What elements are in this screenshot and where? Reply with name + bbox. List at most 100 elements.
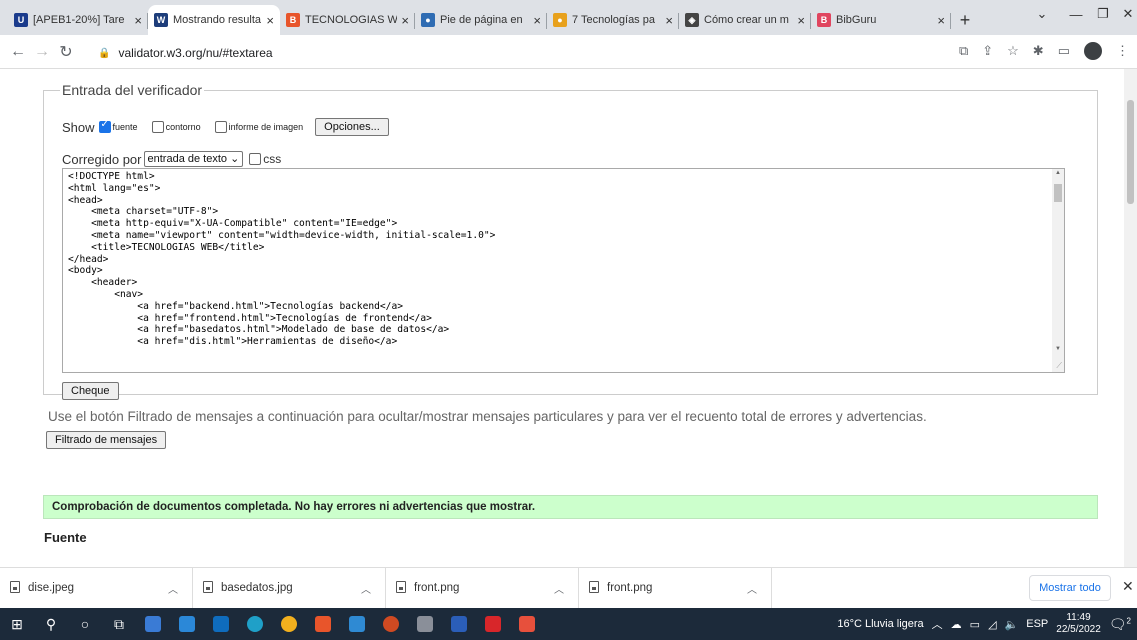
language-indicator[interactable]: ESP	[1026, 618, 1048, 630]
chevron-up-icon[interactable]: ︿	[168, 581, 178, 596]
browser-tab[interactable]: U [APEB1-20%] Tare ×	[8, 5, 148, 35]
weather-widget[interactable]: 16°C Lluvia ligera	[837, 618, 923, 630]
edge-icon[interactable]	[238, 608, 272, 640]
powerpoint-icon[interactable]	[374, 608, 408, 640]
tab-separator	[950, 13, 951, 29]
tab-favicon-icon: B	[817, 13, 831, 27]
message-filter-button[interactable]: Filtrado de mensajes	[46, 431, 167, 449]
checked-by-label: Corregido por	[62, 151, 142, 167]
notifications-icon[interactable]: 🗨2	[1109, 616, 1131, 633]
chevron-up-icon[interactable]: ︿	[361, 581, 371, 596]
textarea-scroll-thumb[interactable]	[1054, 184, 1062, 202]
browser-tab[interactable]: ◈ Cómo crear un m ×	[679, 5, 811, 35]
system-tray: 16°C Lluvia ligera ︿ ☁ ▭ ◿ 🔈 ESP 11:49 2…	[837, 608, 1137, 640]
browser-tab[interactable]: B TECNOLOGIAS W ×	[280, 5, 415, 35]
extensions-icon[interactable]: ✱	[1033, 43, 1044, 59]
url-field[interactable]: 🔒 validator.w3.org/nu/#textarea	[98, 42, 948, 64]
chevron-down-icon: ⌄	[230, 153, 240, 165]
cortana-icon[interactable]: ○	[68, 608, 102, 640]
taskbar-app-icon[interactable]	[408, 608, 442, 640]
tab-favicon-icon: B	[286, 13, 300, 27]
browser-tab[interactable]: ● Pie de página en ×	[415, 5, 547, 35]
bookmark-star-icon[interactable]: ☆	[1007, 43, 1019, 59]
close-tab-icon[interactable]: ×	[665, 13, 673, 28]
checkbox-informe-imagen[interactable]	[214, 121, 227, 133]
lock-icon[interactable]: 🔒	[98, 48, 110, 59]
tab-title: BibGuru	[836, 14, 877, 26]
translate-icon[interactable]: ⧉	[959, 43, 968, 59]
chevron-up-icon[interactable]: ︿	[747, 581, 757, 596]
close-tab-icon[interactable]: ×	[401, 13, 409, 28]
tray-overflow-icon[interactable]: ︿	[932, 616, 943, 632]
close-downloads-icon[interactable]: ✕	[1122, 578, 1134, 595]
new-tab-button[interactable]: +	[951, 5, 979, 35]
download-filename: basedatos.jpg	[221, 582, 293, 594]
source-textarea[interactable]: <!DOCTYPE html> <html lang="es"> <head> …	[62, 168, 1065, 373]
close-window-button[interactable]: ✕	[1108, 2, 1137, 26]
browser-tab[interactable]: W Mostrando resulta ×	[148, 5, 280, 35]
clock[interactable]: 11:49 22/5/2022	[1056, 612, 1101, 636]
profile-avatar[interactable]	[1084, 42, 1102, 60]
source-heading: Fuente	[44, 530, 87, 545]
network-icon[interactable]: ▭	[970, 618, 980, 631]
wifi-icon[interactable]: ◿	[988, 618, 996, 631]
windows-taskbar: ⊞ ⚲ ○ ⧉ 16°C Lluvia ligera ︿ ☁ ▭ ◿ 🔈 ESP…	[0, 608, 1137, 640]
browser-tab[interactable]: B BibGuru ×	[811, 5, 951, 35]
menu-kebab-icon[interactable]: ⋮	[1116, 43, 1129, 59]
download-item[interactable]: dise.jpeg ︿	[0, 567, 193, 609]
volume-icon[interactable]: 🔈	[1005, 618, 1019, 631]
check-button[interactable]: Cheque	[62, 382, 119, 400]
chrome-icon[interactable]	[272, 608, 306, 640]
sidepanel-icon[interactable]: ▭	[1058, 43, 1070, 59]
search-icon[interactable]: ⚲	[34, 608, 68, 640]
back-arrow-icon[interactable]: ←	[6, 43, 30, 61]
tab-title: Pie de página en	[440, 14, 523, 26]
scroll-down-icon[interactable]: ▼	[1055, 346, 1061, 352]
forward-arrow-icon[interactable]: →	[30, 43, 54, 61]
vscode-icon[interactable]	[340, 608, 374, 640]
checkbox-contorno[interactable]	[151, 121, 164, 133]
show-all-downloads-button[interactable]: Mostrar todo	[1029, 575, 1111, 601]
close-tab-icon[interactable]: ×	[937, 13, 945, 28]
scroll-up-icon[interactable]: ▲	[1055, 170, 1061, 176]
store-icon[interactable]	[170, 608, 204, 640]
figma-icon[interactable]	[510, 608, 544, 640]
input-type-select[interactable]: entrada de texto ⌄	[143, 151, 244, 167]
onedrive-icon[interactable]: ☁	[951, 618, 962, 631]
close-tab-icon[interactable]: ×	[533, 13, 541, 28]
chevron-up-icon[interactable]: ︿	[554, 581, 564, 596]
url-text: validator.w3.org/nu/#textarea	[118, 46, 273, 60]
close-tab-icon[interactable]: ×	[797, 13, 805, 28]
task-view-icon[interactable]: ⧉	[102, 608, 136, 640]
download-filename: dise.jpeg	[28, 582, 75, 594]
taskbar-app-icon[interactable]	[136, 608, 170, 640]
tab-favicon-icon: W	[154, 13, 168, 27]
browser-actions: ⧉ ⇪ ☆ ✱ ▭ ⋮	[959, 42, 1137, 60]
checkbox-css[interactable]	[249, 153, 262, 165]
download-filename: front.png	[414, 582, 460, 594]
checkbox-fuente[interactable]	[98, 119, 111, 133]
download-item[interactable]: front.png ︿	[579, 567, 772, 609]
tab-favicon-icon: ●	[421, 13, 435, 27]
tab-title: Cómo crear un m	[704, 14, 789, 26]
download-item[interactable]: basedatos.jpg ︿	[193, 567, 386, 609]
close-tab-icon[interactable]: ×	[266, 13, 274, 28]
close-tab-icon[interactable]: ×	[134, 13, 142, 28]
tab-favicon-icon: ◈	[685, 13, 699, 27]
options-button[interactable]: Opciones...	[315, 118, 389, 136]
success-message: Comprobación de documentos completada. N…	[43, 495, 1098, 519]
checker-input-fieldset: Entrada del verificador Show fuente cont…	[43, 82, 1098, 400]
label-fuente: fuente	[112, 122, 138, 132]
word-icon[interactable]	[442, 608, 476, 640]
mail-icon[interactable]	[204, 608, 238, 640]
download-item[interactable]: front.png ︿	[386, 567, 579, 609]
resize-grip-icon[interactable]: ⟋	[1056, 361, 1062, 371]
taskbar-app-icon[interactable]	[306, 608, 340, 640]
page-scroll-thumb[interactable]	[1127, 100, 1134, 204]
browser-tab[interactable]: ● 7 Tecnologías pa ×	[547, 5, 679, 35]
acrobat-icon[interactable]	[476, 608, 510, 640]
share-icon[interactable]: ⇪	[982, 43, 993, 59]
windows-start-icon[interactable]: ⊞	[0, 608, 34, 640]
tab-favicon-icon: ●	[553, 13, 567, 27]
reload-icon[interactable]: ↻	[54, 42, 78, 62]
